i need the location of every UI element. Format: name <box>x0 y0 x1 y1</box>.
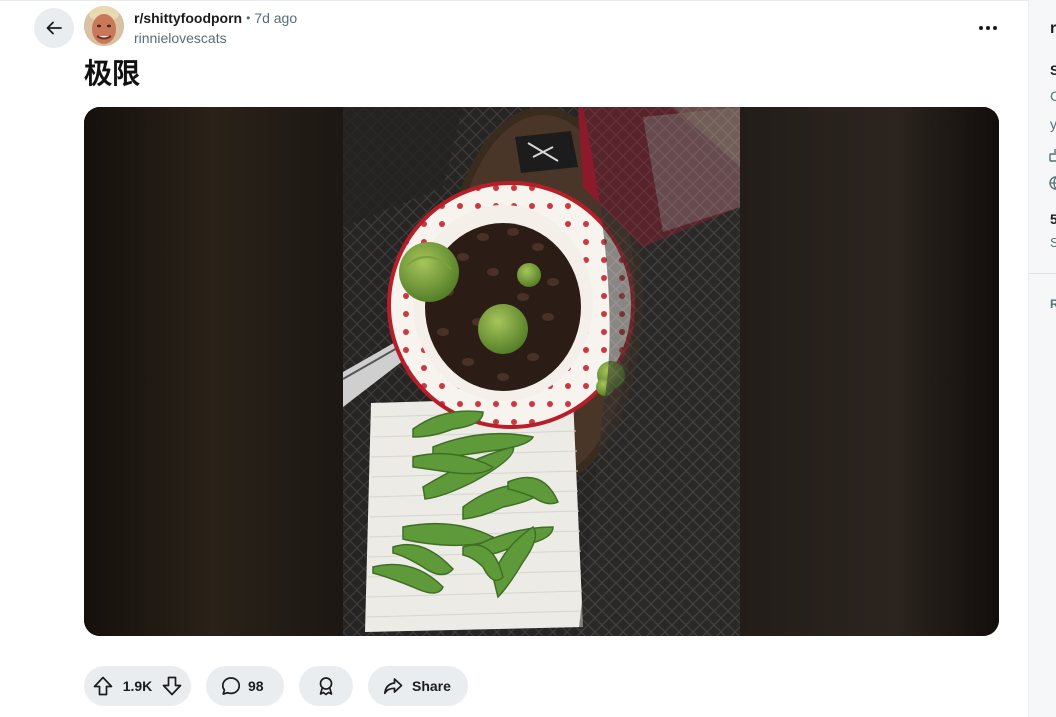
chef-face-image <box>84 6 124 46</box>
post-detail-page: r/shittyfoodporn • 7d ago rinnielovescat… <box>0 0 1028 717</box>
comments-button[interactable]: 98 <box>206 666 284 706</box>
more-options-button[interactable] <box>972 12 1004 44</box>
sidebar-section-fragment: R <box>1050 297 1056 311</box>
upvote-button[interactable] <box>92 675 114 697</box>
award-icon <box>319 677 333 696</box>
post-title: 极限 <box>84 57 141 90</box>
downvote-icon <box>162 676 182 696</box>
back-button[interactable] <box>34 8 74 48</box>
share-icon <box>383 678 403 695</box>
post-image[interactable] <box>84 107 999 636</box>
upvote-icon <box>93 676 113 696</box>
vote-count: 1.9K <box>122 678 153 694</box>
sidebar-stat-label-fragment: S <box>1050 235 1056 250</box>
subreddit-link[interactable]: r/shittyfoodporn <box>134 9 242 27</box>
right-sidebar-edge: r S C y 5 S R <box>1028 0 1056 717</box>
post-meta: r/shittyfoodporn • 7d ago rinnielovescat… <box>134 9 297 48</box>
sidebar-divider <box>1029 273 1056 274</box>
vote-control: 1.9K <box>84 666 191 706</box>
post-age: 7d ago <box>254 10 298 26</box>
globe-icon <box>1049 176 1056 195</box>
share-button[interactable]: Share <box>368 666 468 706</box>
author-link[interactable]: rinnielovescats <box>134 29 227 47</box>
sidebar-desc-fragment-2: y <box>1050 116 1056 132</box>
sidebar-desc-fragment-1: C <box>1050 88 1056 104</box>
meta-separator: • <box>246 11 251 25</box>
more-options-icon <box>979 26 997 30</box>
subreddit-avatar[interactable] <box>84 6 124 46</box>
award-button[interactable] <box>299 666 353 706</box>
food-photo <box>84 107 999 636</box>
cake-icon <box>1049 148 1056 167</box>
photo-center <box>342 107 740 636</box>
sidebar-title-fragment: r <box>1050 20 1056 37</box>
share-label: Share <box>412 678 451 694</box>
comment-count: 98 <box>248 678 264 694</box>
back-arrow-icon <box>46 21 62 35</box>
sidebar-stat-fragment: 5 <box>1050 211 1056 227</box>
sidebar-heading-fragment: S <box>1050 62 1056 78</box>
comment-icon <box>221 677 241 695</box>
downvote-button[interactable] <box>161 675 183 697</box>
